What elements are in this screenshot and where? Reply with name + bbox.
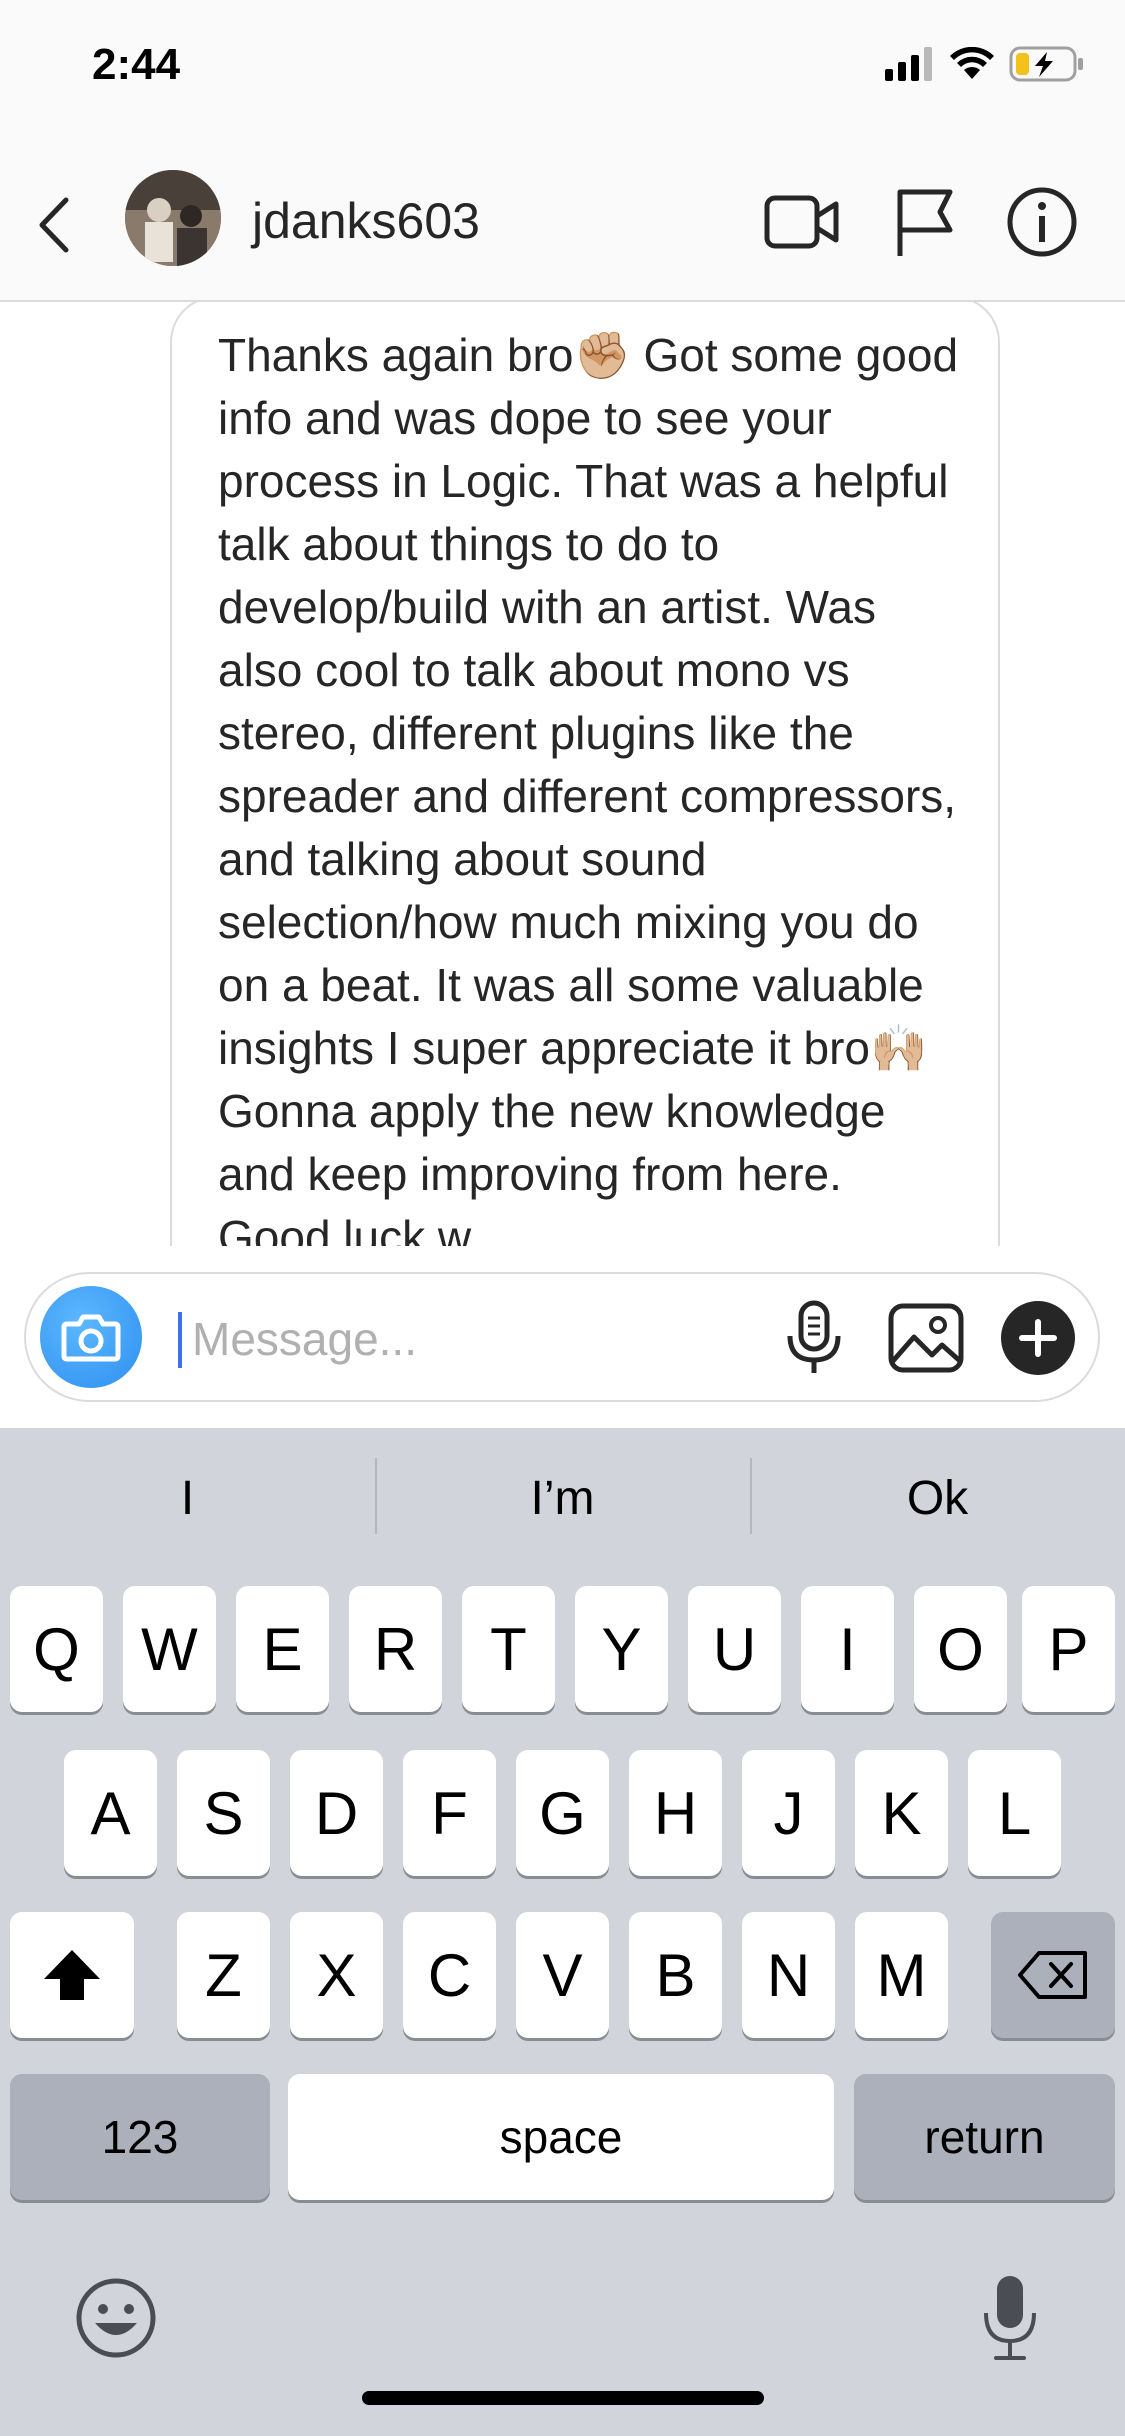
status-icons bbox=[885, 46, 1085, 87]
return-key[interactable]: return bbox=[854, 2074, 1115, 2200]
status-bar: 2:44 bbox=[0, 0, 1125, 140]
dictation-button[interactable] bbox=[960, 2268, 1060, 2368]
predictive-bar: I I’m Ok bbox=[0, 1428, 1125, 1568]
key-v[interactable]: V bbox=[516, 1912, 609, 2038]
numbers-key[interactable]: 123 bbox=[10, 2074, 270, 2200]
suggestion[interactable]: I’m bbox=[375, 1428, 750, 1568]
key-c[interactable]: C bbox=[403, 1912, 496, 2038]
key-j[interactable]: J bbox=[742, 1750, 835, 1876]
composer bbox=[0, 1246, 1125, 1428]
message-bubble[interactable]: Thanks again bro✊🏼 Got some good info an… bbox=[170, 302, 1000, 1246]
flag-icon bbox=[897, 189, 953, 256]
key-i[interactable]: I bbox=[801, 1586, 894, 1712]
backspace-icon bbox=[1018, 1951, 1087, 1999]
video-call-button[interactable] bbox=[760, 180, 844, 264]
chat-area[interactable]: Thanks again bro✊🏼 Got some good info an… bbox=[0, 302, 1125, 1246]
key-x[interactable]: X bbox=[290, 1912, 383, 2038]
key-e[interactable]: E bbox=[236, 1586, 329, 1712]
back-button[interactable] bbox=[30, 190, 90, 260]
key-a[interactable]: A bbox=[64, 1750, 157, 1876]
avatar[interactable] bbox=[125, 170, 221, 266]
message-text: Thanks again bro✊🏼 Got some good info an… bbox=[218, 329, 971, 1246]
key-h[interactable]: H bbox=[629, 1750, 722, 1876]
home-indicator[interactable] bbox=[362, 2391, 764, 2405]
video-camera-icon bbox=[764, 195, 839, 249]
keyboard: I I’m Ok Q W E R T Y U I O P A S D F G H… bbox=[0, 1428, 1125, 2436]
username[interactable]: jdanks603 bbox=[252, 192, 480, 250]
plus-circle-icon bbox=[1001, 1301, 1075, 1375]
camera-button[interactable] bbox=[40, 1286, 142, 1388]
status-time: 2:44 bbox=[92, 40, 181, 89]
emoji-smiley-icon bbox=[76, 2278, 156, 2358]
key-r[interactable]: R bbox=[349, 1586, 442, 1712]
key-p[interactable]: P bbox=[1022, 1586, 1115, 1712]
suggestion[interactable]: Ok bbox=[750, 1428, 1125, 1568]
key-d[interactable]: D bbox=[290, 1750, 383, 1876]
add-button[interactable] bbox=[994, 1294, 1082, 1382]
cellular-signal-icon bbox=[885, 47, 935, 86]
dictation-microphone-icon bbox=[984, 2276, 1036, 2360]
voice-message-button[interactable] bbox=[770, 1294, 858, 1382]
emoji-button[interactable] bbox=[66, 2268, 166, 2368]
space-key[interactable]: space bbox=[288, 2074, 834, 2200]
key-z[interactable]: Z bbox=[177, 1912, 270, 2038]
image-icon bbox=[888, 1303, 964, 1373]
key-f[interactable]: F bbox=[403, 1750, 496, 1876]
key-m[interactable]: M bbox=[855, 1912, 948, 2038]
info-button[interactable] bbox=[1000, 180, 1084, 264]
shift-key[interactable] bbox=[10, 1912, 134, 2038]
text-caret bbox=[178, 1312, 182, 1368]
key-n[interactable]: N bbox=[742, 1912, 835, 2038]
key-l[interactable]: L bbox=[968, 1750, 1061, 1876]
camera-icon bbox=[61, 1314, 121, 1362]
microphone-icon bbox=[787, 1300, 841, 1373]
key-k[interactable]: K bbox=[855, 1750, 948, 1876]
gallery-button[interactable] bbox=[882, 1294, 970, 1382]
shift-arrow-icon bbox=[44, 1950, 100, 2000]
wifi-icon bbox=[949, 46, 995, 86]
key-b[interactable]: B bbox=[629, 1912, 722, 2038]
key-w[interactable]: W bbox=[123, 1586, 216, 1712]
key-u[interactable]: U bbox=[688, 1586, 781, 1712]
key-g[interactable]: G bbox=[516, 1750, 609, 1876]
composer-box bbox=[24, 1272, 1100, 1402]
message-input[interactable] bbox=[192, 1306, 752, 1372]
report-flag-button[interactable] bbox=[882, 180, 966, 264]
info-icon bbox=[1007, 187, 1077, 257]
key-o[interactable]: O bbox=[914, 1586, 1007, 1712]
suggestion[interactable]: I bbox=[0, 1428, 375, 1568]
key-t[interactable]: T bbox=[462, 1586, 555, 1712]
battery-charging-icon bbox=[1009, 46, 1085, 87]
chevron-left-icon bbox=[39, 197, 69, 253]
key-s[interactable]: S bbox=[177, 1750, 270, 1876]
key-y[interactable]: Y bbox=[575, 1586, 668, 1712]
delete-key[interactable] bbox=[991, 1912, 1115, 2038]
key-q[interactable]: Q bbox=[10, 1586, 103, 1712]
chat-header: jdanks603 bbox=[0, 140, 1125, 302]
